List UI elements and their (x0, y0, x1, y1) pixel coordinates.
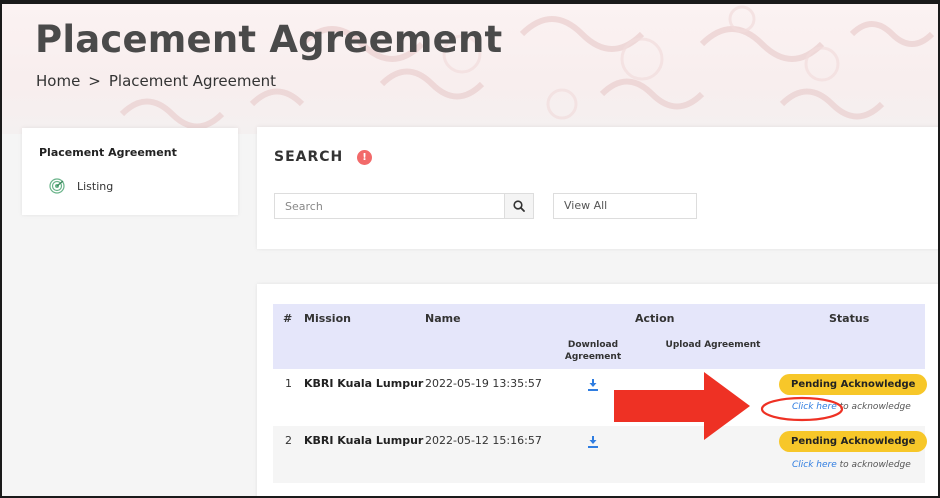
download-icon[interactable] (586, 434, 600, 448)
search-button[interactable] (504, 193, 534, 219)
col-status-header: Status (829, 312, 870, 325)
search-panel: SEARCH ! View All (257, 127, 938, 249)
browser-frame: Placement Agreement Home > Placement Agree… (0, 0, 940, 498)
annotation-arrow (614, 372, 750, 446)
row-name: 2022-05-12 15:16:57 (425, 434, 542, 447)
breadcrumb: Home > Placement Agreement (36, 72, 280, 90)
search-input[interactable] (274, 193, 504, 219)
sidebar-title: Placement Agreement (39, 146, 177, 159)
search-heading: SEARCH (274, 149, 344, 165)
col-mission-header: Mission (304, 312, 351, 325)
row-num: 1 (285, 377, 292, 390)
sidebar-item-listing[interactable]: Listing (49, 176, 113, 196)
table-row: 2 KBRI Kuala Lumpur 2022-05-12 15:16:57 … (273, 426, 928, 483)
row-num: 2 (285, 434, 292, 447)
sidebar: Placement Agreement Listing (22, 128, 238, 215)
breadcrumb-separator: > (88, 72, 101, 90)
breadcrumb-home[interactable]: Home (36, 72, 80, 90)
info-icon[interactable]: ! (357, 150, 372, 165)
row-mission: KBRI Kuala Lumpur (304, 434, 424, 447)
col-download-header: Download Agreement (564, 340, 622, 362)
view-filter-select[interactable]: View All (553, 193, 697, 219)
sidebar-item-label: Listing (77, 179, 114, 193)
acknowledge-text: Click here to acknowledge (792, 460, 911, 470)
page-title: Placement Agreement (35, 18, 503, 61)
col-action-header: Action (635, 312, 675, 325)
table-header: # Mission Name Action Status Download Ag… (273, 304, 925, 369)
download-icon[interactable] (586, 377, 600, 391)
row-name: 2022-05-19 13:35:57 (425, 377, 542, 390)
col-upload-header: Upload Agreement (665, 340, 761, 350)
search-icon (513, 197, 525, 216)
col-name-header: Name (425, 312, 461, 325)
breadcrumb-current: Placement Agreement (108, 72, 277, 90)
annotation-highlight-ellipse (760, 395, 844, 427)
col-num-header: # (283, 312, 293, 325)
acknowledge-link[interactable]: Click here (792, 460, 837, 470)
status-badge[interactable]: Pending Acknowledge (779, 431, 928, 452)
row-mission: KBRI Kuala Lumpur (304, 377, 424, 390)
status-badge[interactable]: Pending Acknowledge (779, 374, 928, 395)
agreements-table: # Mission Name Action Status Download Ag… (257, 284, 938, 496)
radar-icon (49, 178, 65, 194)
